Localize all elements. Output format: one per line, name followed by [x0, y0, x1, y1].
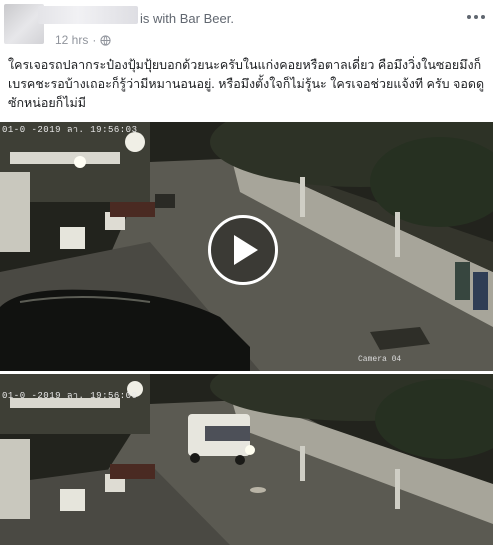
- play-button[interactable]: [208, 215, 278, 285]
- globe-icon[interactable]: [100, 34, 111, 46]
- camera-label: Camera 04: [358, 355, 402, 364]
- video-timestamp: 01-0 -2019 ลา. 19:56:03: [2, 125, 138, 135]
- facebook-post: is with Bar Beer. 12 hrs · ใครเจอรถปลากร…: [0, 0, 493, 545]
- more-options-icon[interactable]: [466, 12, 486, 22]
- tagged-with-text[interactable]: is with Bar Beer.: [140, 11, 234, 26]
- video-timestamp-second: 01-0 -2019 ลา. 19:56:09: [2, 391, 138, 401]
- author-name-blurred[interactable]: [38, 6, 138, 24]
- video-thumbnail-second[interactable]: 01-0 -2019 ลา. 19:56:09: [0, 374, 493, 545]
- post-time[interactable]: 12 hrs: [55, 33, 88, 47]
- post-meta: 12 hrs ·: [55, 33, 111, 47]
- separator: ·: [92, 33, 97, 47]
- post-text: ใครเจอรถปลากระป๋องปุ้มปุ้ยบอกด้วยนะครับใ…: [8, 58, 485, 110]
- play-icon: [234, 235, 258, 265]
